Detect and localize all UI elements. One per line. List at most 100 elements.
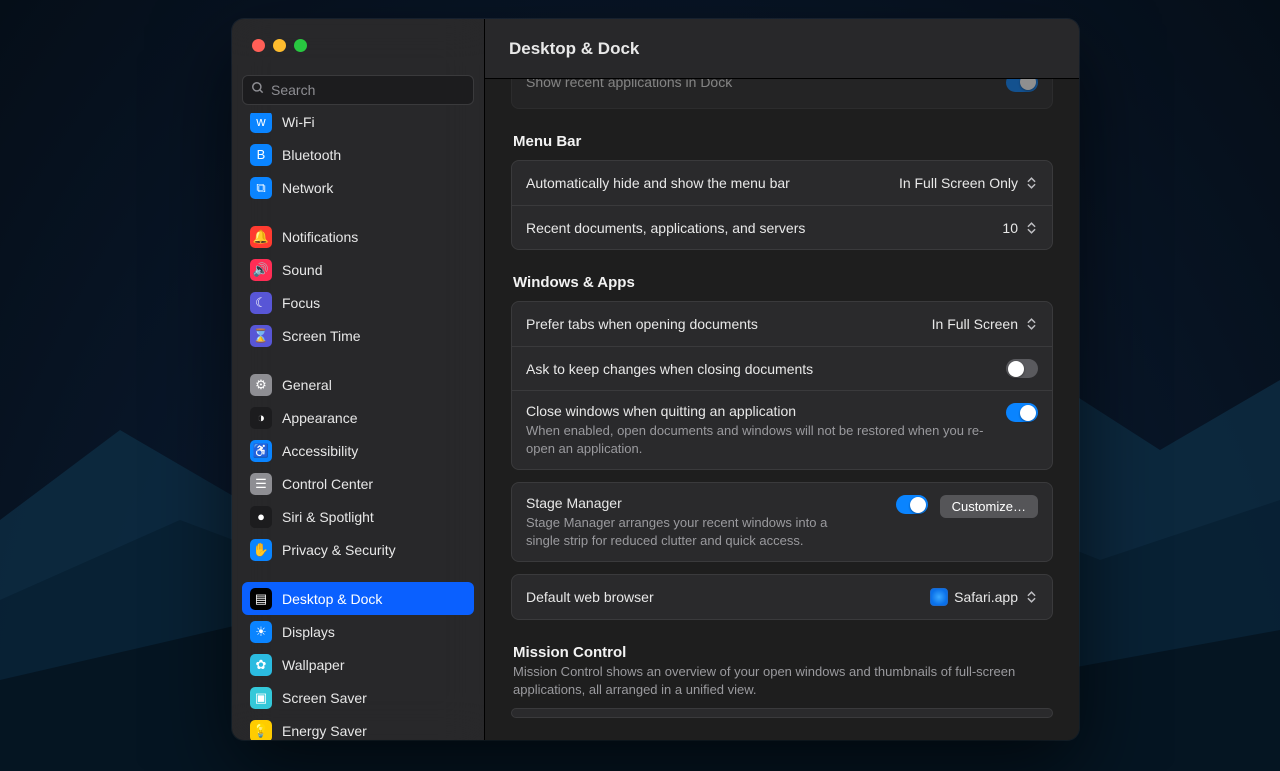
sidebar-item-label: General <box>282 377 332 393</box>
toggle-close-windows-on-quit[interactable] <box>1006 403 1038 422</box>
sidebar-item-label: Energy Saver <box>282 723 367 739</box>
popup-auto-hide-menubar[interactable]: In Full Screen Only <box>899 174 1038 192</box>
setting-description: Stage Manager arranges your recent windo… <box>526 514 856 549</box>
setting-label: Recent documents, applications, and serv… <box>526 220 990 236</box>
section-mission-control: Mission Control <box>513 644 1051 661</box>
displays-icon: ☀ <box>250 621 272 643</box>
sidebar-item-label: Bluetooth <box>282 147 341 163</box>
screen-saver-icon: ▣ <box>250 687 272 709</box>
sidebar-item-privacy-security[interactable]: ✋ Privacy & Security <box>242 533 474 566</box>
sidebar-item-accessibility[interactable]: ♿ Accessibility <box>242 434 474 467</box>
minimize-button[interactable] <box>273 39 286 52</box>
general-icon: ⚙ <box>250 374 272 396</box>
setting-label: Show recent applications in Dock <box>526 79 994 90</box>
menu-bar-card: Automatically hide and show the menu bar… <box>511 160 1053 250</box>
section-windows-apps: Windows & Apps <box>513 274 1051 291</box>
sidebar-item-energy-saver[interactable]: 💡 Energy Saver <box>242 714 474 740</box>
sidebar-item-label: Control Center <box>282 476 373 492</box>
toggle-stage-manager[interactable] <box>896 495 928 514</box>
sidebar-item-label: Accessibility <box>282 443 358 459</box>
safari-icon <box>930 588 948 606</box>
sidebar-item-label: Displays <box>282 624 335 640</box>
bluetooth-icon: B <box>250 144 272 166</box>
toggle-ask-keep-changes[interactable] <box>1006 359 1038 378</box>
sidebar-item-desktop-dock[interactable]: ▤ Desktop & Dock <box>242 582 474 615</box>
sidebar-item-bluetooth[interactable]: B Bluetooth <box>242 138 474 171</box>
wi-fi-icon: ᴡ <box>250 113 272 133</box>
sidebar-item-label: Privacy & Security <box>282 542 396 558</box>
sidebar-item-focus[interactable]: ☾ Focus <box>242 286 474 319</box>
sidebar-item-general[interactable]: ⚙ General <box>242 368 474 401</box>
close-button[interactable] <box>252 39 265 52</box>
sidebar-item-label: Desktop & Dock <box>282 591 382 607</box>
appearance-icon: ◑ <box>250 407 272 429</box>
search-icon <box>251 81 265 100</box>
sidebar-item-label: Siri & Spotlight <box>282 509 374 525</box>
sidebar-item-notifications[interactable]: 🔔 Notifications <box>242 220 474 253</box>
sidebar-item-label: Appearance <box>282 410 358 426</box>
setting-description: When enabled, open documents and windows… <box>526 422 994 457</box>
sidebar-item-appearance[interactable]: ◑ Appearance <box>242 401 474 434</box>
sidebar-item-label: Sound <box>282 262 322 278</box>
sidebar-item-label: Network <box>282 180 333 196</box>
sidebar-item-label: Wi-Fi <box>282 114 315 130</box>
sidebar-item-displays[interactable]: ☀ Displays <box>242 615 474 648</box>
section-description: Mission Control shows an overview of you… <box>513 663 1051 698</box>
sidebar-item-wi-fi[interactable]: ᴡ Wi-Fi <box>242 113 474 138</box>
chevron-updown-icon <box>1024 219 1038 237</box>
desktop-dock-icon: ▤ <box>250 588 272 610</box>
default-browser-card: Default web browser Safari.app <box>511 574 1053 620</box>
sidebar-item-label: Screen Time <box>282 328 361 344</box>
toggle-show-recent-apps[interactable] <box>1006 79 1038 92</box>
setting-label: Ask to keep changes when closing documen… <box>526 361 994 377</box>
main-panel: Desktop & Dock Show recent applications … <box>485 19 1079 740</box>
popup-default-browser[interactable]: Safari.app <box>930 588 1038 606</box>
wallpaper-icon: ✿ <box>250 654 272 676</box>
setting-label: Automatically hide and show the menu bar <box>526 175 887 191</box>
sidebar-item-label: Notifications <box>282 229 358 245</box>
page-title: Desktop & Dock <box>485 19 1079 79</box>
popup-recent-items[interactable]: 10 <box>1002 219 1038 237</box>
sidebar-item-screen-time[interactable]: ⌛ Screen Time <box>242 319 474 352</box>
sidebar-item-sound[interactable]: 🔊 Sound <box>242 253 474 286</box>
customize-stage-manager-button[interactable]: Customize… <box>940 495 1038 518</box>
dock-card: Show recent applications in Dock <box>511 79 1053 109</box>
sidebar-item-label: Screen Saver <box>282 690 367 706</box>
chevron-updown-icon <box>1024 315 1038 333</box>
chevron-updown-icon <box>1024 588 1038 606</box>
sidebar-item-network[interactable]: ⧉ Network <box>242 171 474 204</box>
stage-manager-card: Stage Manager Stage Manager arranges you… <box>511 482 1053 562</box>
control-center-icon: ☰ <box>250 473 272 495</box>
sidebar-item-control-center[interactable]: ☰ Control Center <box>242 467 474 500</box>
popup-prefer-tabs[interactable]: In Full Screen <box>932 315 1038 333</box>
section-menu-bar: Menu Bar <box>513 133 1051 150</box>
setting-label: Close windows when quitting an applicati… <box>526 403 994 457</box>
network-icon: ⧉ <box>250 177 272 199</box>
chevron-updown-icon <box>1024 174 1038 192</box>
sidebar-item-screen-saver[interactable]: ▣ Screen Saver <box>242 681 474 714</box>
sidebar-item-label: Wallpaper <box>282 657 345 673</box>
window-controls <box>232 19 484 65</box>
fullscreen-button[interactable] <box>294 39 307 52</box>
sidebar-item-siri-spotlight[interactable]: ●Siri & Spotlight <box>242 500 474 533</box>
sidebar: ᴡ Wi-Fi B Bluetooth ⧉ Network 🔔 Notifications 🔊 S… <box>232 19 485 740</box>
sound-icon: 🔊 <box>250 259 272 281</box>
sidebar-item-wallpaper[interactable]: ✿ Wallpaper <box>242 648 474 681</box>
privacy-security-icon: ✋ <box>250 539 272 561</box>
setting-label: Prefer tabs when opening documents <box>526 316 920 332</box>
mission-control-card <box>511 708 1053 718</box>
setting-label: Default web browser <box>526 589 918 605</box>
notifications-icon: 🔔 <box>250 226 272 248</box>
sidebar-list: ᴡ Wi-Fi B Bluetooth ⧉ Network 🔔 Notifications 🔊 S… <box>232 113 484 740</box>
windows-apps-card: Prefer tabs when opening documents In Fu… <box>511 301 1053 470</box>
screen-time-icon: ⌛ <box>250 325 272 347</box>
energy-saver-icon: 💡 <box>250 720 272 741</box>
sidebar-item-label: Focus <box>282 295 320 311</box>
search-input[interactable] <box>271 82 465 98</box>
focus-icon: ☾ <box>250 292 272 314</box>
system-settings-window: ᴡ Wi-Fi B Bluetooth ⧉ Network 🔔 Notifications 🔊 S… <box>232 19 1079 740</box>
accessibility-icon: ♿ <box>250 440 272 462</box>
search-field[interactable] <box>242 75 474 105</box>
settings-scroll[interactable]: Show recent applications in Dock Menu Ba… <box>485 79 1079 740</box>
setting-label: Stage Manager Stage Manager arranges you… <box>526 495 884 549</box>
